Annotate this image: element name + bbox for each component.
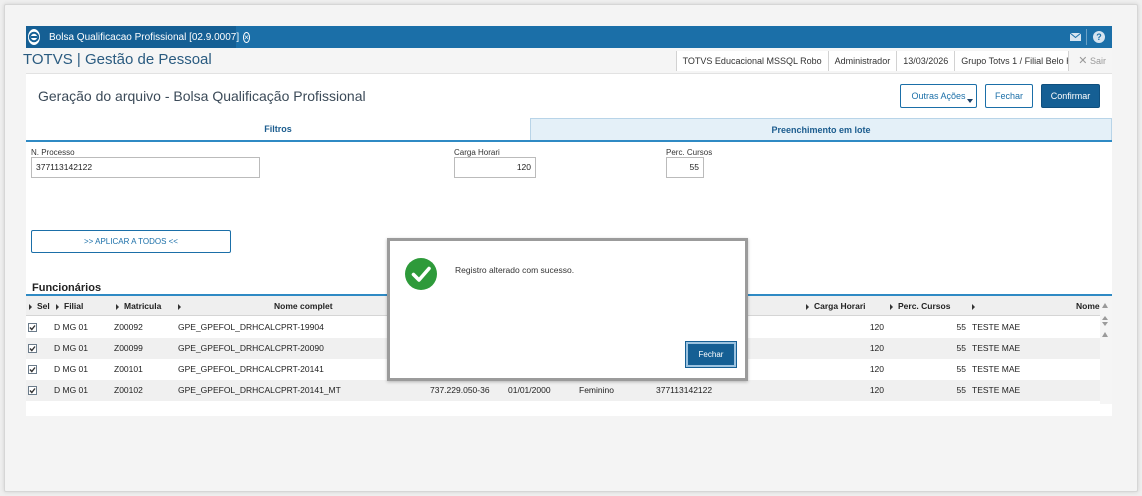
app-title: TOTVS | Gestão de Pessoal — [23, 51, 212, 68]
success-check-icon — [405, 258, 437, 290]
cell-cpf: 737.229.050-36 — [430, 385, 490, 395]
exit-label: Sair — [1089, 56, 1106, 66]
confirm-button[interactable]: Confirmar — [1041, 84, 1100, 108]
exit-button[interactable]: ✕ Sair — [1068, 51, 1112, 71]
cell-perc: 55 — [956, 322, 966, 332]
help-icon: ? — [1093, 31, 1105, 43]
scroll-thumb-down-icon[interactable] — [1102, 322, 1108, 326]
dialog-close-button[interactable]: Fechar — [685, 341, 737, 368]
close-button-label: Fechar — [994, 91, 1023, 101]
col-perc[interactable]: Perc. Cursos — [890, 296, 950, 316]
sort-arrow-icon — [29, 303, 32, 310]
close-tab-icon[interactable]: × — [243, 31, 250, 43]
sort-arrow-icon — [890, 303, 893, 310]
cell-carga: 120 — [869, 322, 884, 332]
cell-filial: D MG 01 — [54, 364, 89, 374]
checkbox-checked-icon[interactable] — [28, 365, 37, 374]
session-info: TOTVS Educacional MSSQL Robo Administrad… — [675, 51, 1112, 71]
base-date[interactable]: 13/03/2026 — [896, 51, 955, 71]
col-nome[interactable]: Nome complet — [274, 296, 333, 316]
sort-arrow-icon — [806, 303, 809, 310]
col-nome-sort[interactable] — [178, 296, 186, 316]
sort-arrow-icon — [972, 303, 975, 310]
dialog-close-label: Fechar — [698, 350, 724, 359]
sort-arrow-icon — [56, 303, 59, 310]
cell-nome2: TESTE MAE — [972, 364, 1021, 374]
hours-label: Carga Horari — [454, 148, 500, 157]
apply-to-all-label: >> APLICAR A TODOS << — [84, 237, 178, 246]
cell-filial: D MG 01 — [54, 385, 89, 395]
cell-filial: D MG 01 — [54, 343, 89, 353]
mail-button[interactable] — [1064, 26, 1086, 48]
window-tab-label: Bolsa Qualificacao Profissional [02.9.00… — [49, 31, 240, 43]
totvs-logo-icon — [28, 29, 40, 45]
col-filial[interactable]: Filial — [56, 296, 83, 316]
courses-input[interactable]: 55 — [666, 157, 704, 178]
titlebar-divider — [1086, 29, 1087, 45]
window-tab[interactable]: Bolsa Qualificacao Profissional [02.9.00… — [26, 26, 250, 48]
sort-arrow-icon — [116, 303, 119, 310]
cell-matricula: Z00099 — [114, 343, 143, 353]
title-bar: Bolsa Qualificacao Profissional [02.9.00… — [26, 26, 1112, 48]
system-name[interactable]: TOTVS Educacional MSSQL Robo — [675, 51, 828, 71]
employees-section-title: Funcionários — [32, 282, 102, 294]
cell-carga: 120 — [869, 364, 884, 374]
cell-matricula: Z00101 — [114, 364, 143, 374]
other-actions-button[interactable]: Outras Ações — [900, 84, 977, 108]
courses-label: Perc. Cursos — [666, 148, 713, 157]
col-carga[interactable]: Carga Horari — [806, 296, 866, 316]
page-title: Geração do arquivo - Bolsa Qualificação … — [38, 88, 366, 104]
cell-matricula: Z00102 — [114, 385, 143, 395]
cell-processo: 377113142122 — [656, 385, 713, 395]
cell-nome: GPE_GPEFOL_DRHCALCPRT-20090 — [178, 343, 324, 353]
col-matricula[interactable]: Matricula — [116, 296, 161, 316]
cell-nome: GPE_GPEFOL_DRHCALCPRT-20141 — [178, 364, 324, 374]
checkbox-checked-icon[interactable] — [28, 323, 37, 332]
user-name[interactable]: Administrador — [827, 51, 897, 71]
cell-matricula: Z00092 — [114, 322, 143, 332]
tab-bar: Filtros Preenchimento em lote — [26, 118, 1112, 142]
close-button[interactable]: Fechar — [985, 84, 1033, 108]
process-input[interactable]: 377113142122 — [31, 157, 260, 178]
cell-nome2: TESTE MAE — [972, 385, 1021, 395]
apply-to-all-button[interactable]: >> APLICAR A TODOS << — [31, 230, 231, 253]
col-sel[interactable]: Sel — [29, 296, 50, 316]
organization[interactable]: Grupo Totvs 1 / Filial Belo Hor — [954, 51, 1069, 71]
table-row[interactable]: D MG 01 Z00102 GPE_GPEFOL_DRHCALCPRT-201… — [26, 380, 1100, 401]
cell-data-nascimento: 01/01/2000 — [508, 385, 551, 395]
cell-carga: 120 — [869, 385, 884, 395]
process-label: N. Processo — [31, 148, 75, 157]
checkbox-checked-icon[interactable] — [28, 344, 37, 353]
tab-filtros[interactable]: Filtros — [26, 118, 530, 140]
grid-scrollbar[interactable] — [1100, 296, 1112, 404]
cell-nome2: TESTE MAE — [972, 322, 1021, 332]
dialog-message: Registro alterado com sucesso. — [455, 265, 575, 275]
cell-filial: D MG 01 — [54, 322, 89, 332]
cell-sexo: Feminino — [579, 385, 614, 395]
help-button[interactable]: ? — [1088, 26, 1110, 48]
mail-icon — [1069, 33, 1081, 41]
tab-preenchimento-em-lote[interactable]: Preenchimento em lote — [530, 118, 1112, 140]
hours-input[interactable]: 120 — [454, 157, 536, 178]
app-header: TOTVS | Gestão de Pessoal TOTVS Educacio… — [23, 48, 1112, 74]
cell-perc: 55 — [956, 385, 966, 395]
scroll-arrow-icon[interactable] — [1102, 332, 1108, 337]
other-actions-label: Outras Ações — [911, 91, 966, 101]
col-nome2-sort[interactable] — [972, 296, 980, 316]
col-nome2[interactable]: Nome — [1076, 296, 1100, 316]
cell-nome2: TESTE MAE — [972, 343, 1021, 353]
cell-nome: GPE_GPEFOL_DRHCALCPRT-19904 — [178, 322, 324, 332]
cell-nome: GPE_GPEFOL_DRHCALCPRT-20141_MT — [178, 385, 341, 395]
checkbox-checked-icon[interactable] — [28, 386, 37, 395]
confirm-button-label: Confirmar — [1050, 91, 1091, 101]
caret-down-icon — [967, 99, 973, 103]
close-icon: ✕ — [1078, 55, 1088, 67]
scroll-thumb-up-icon[interactable] — [1102, 316, 1108, 320]
cell-perc: 55 — [956, 343, 966, 353]
cell-perc: 55 — [956, 364, 966, 374]
scroll-up-icon[interactable] — [1102, 303, 1108, 308]
cell-carga: 120 — [869, 343, 884, 353]
success-dialog: Registro alterado com sucesso. Fechar — [387, 238, 748, 381]
sort-arrow-icon — [178, 303, 181, 310]
